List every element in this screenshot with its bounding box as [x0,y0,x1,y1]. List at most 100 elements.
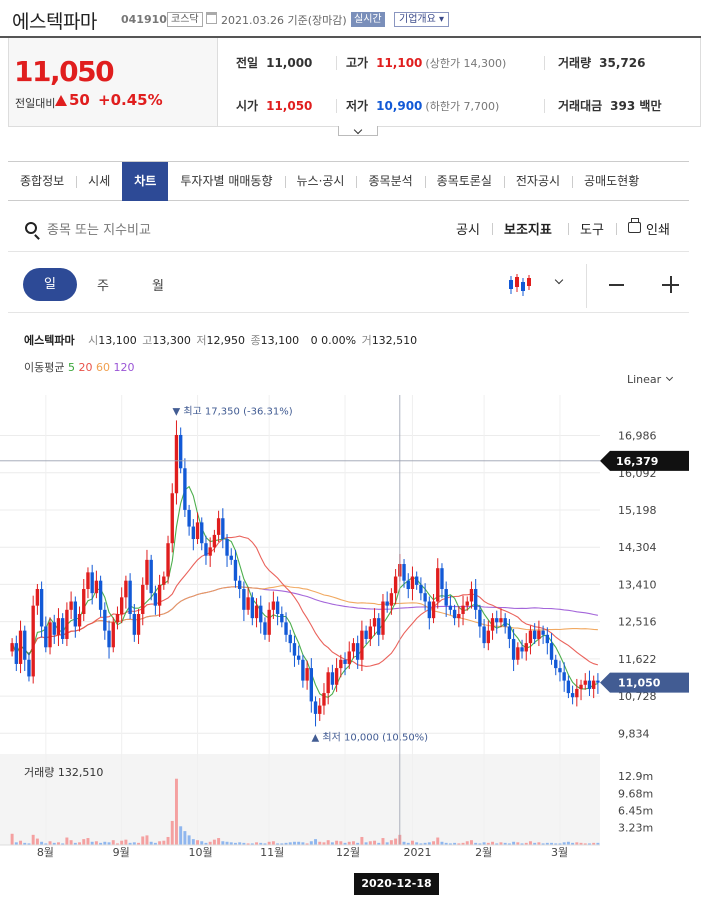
volume-bar [335,840,339,845]
ohlc-change-pct: 0.00% [321,334,357,347]
volume-bar [436,837,440,845]
high-value: 11,100 [376,56,423,70]
candle [414,576,419,585]
candle [423,593,427,602]
candle [39,589,44,627]
candle [174,434,179,494]
x-tick-label: 11월 [260,846,284,859]
candle [246,597,250,610]
candle [452,609,457,619]
period-month-button[interactable]: 월 [152,275,164,294]
candle [267,609,271,635]
candle [242,589,246,610]
search-icon[interactable] [25,222,37,234]
volume-bar [183,831,187,845]
candle [322,693,326,706]
price-chart[interactable]: 16,98616,09215,19814,30413,41012,51611,6… [0,393,701,863]
volume-bar [309,841,313,845]
printer-icon[interactable] [628,218,641,233]
candle [149,559,153,594]
candle [516,647,520,660]
x-tick-label: 12월 [336,846,360,859]
open-price: 시가 11,050 [236,97,312,114]
candle [275,601,280,614]
tab-analysis[interactable]: 종목분석 [356,162,424,201]
company-info-dropdown[interactable]: 기업개요 ▾ [394,12,449,27]
volume-bar [314,839,318,845]
volume-bar [271,841,275,845]
low-price: 저가 10,900 (하한가 7,700) [346,97,499,114]
print-button[interactable]: 인쇄 [646,219,670,238]
candle [495,618,499,623]
candle [570,693,575,698]
volume-bar [373,840,377,845]
period-selector: 일 주 월 [8,258,689,313]
ma-20[interactable]: 20 [78,361,92,374]
compare-search-input[interactable]: 종목 또는 지수비교 [47,219,151,238]
candle [473,589,478,610]
volume-bar [212,839,216,845]
prev-close: 전일 11,000 [236,54,312,71]
ohlc-high: 13,300 [152,334,191,347]
volume-label: 거래량 [558,56,592,70]
volume-bar [469,840,473,845]
chevron-down-icon[interactable] [554,275,564,285]
candle [566,680,571,694]
ma-120[interactable]: 120 [113,361,134,374]
tab-quotes[interactable]: 시세 [76,162,122,201]
candle [469,589,474,602]
y-tick-label: 14,304 [618,541,657,554]
ma-60[interactable]: 60 [96,361,110,374]
volume-tick-label: 9.68m [618,787,653,800]
volume-bar [326,840,330,845]
zoom-out-button[interactable] [609,284,624,286]
expand-toggle-button[interactable] [338,126,378,136]
open-value: 11,050 [266,99,313,113]
change-value: 50 [69,91,90,109]
scale-dropdown[interactable]: Linear [627,373,674,386]
candle [347,651,351,664]
indicators-button[interactable]: 보조지표 [504,219,552,238]
volume-bar [124,839,128,845]
candle [465,601,469,606]
candle [301,659,305,681]
volume-bar [120,840,124,845]
candlestick-type-icon[interactable] [507,272,533,298]
candle [31,605,35,677]
candle [591,680,596,689]
volume-bar [381,838,385,845]
candle [107,630,111,648]
disclosure-button[interactable]: 공시 [456,219,480,238]
ma-5[interactable]: 5 [68,361,75,374]
base-date: 2021.03.26 기준(장마감) [221,14,347,27]
candle [280,613,284,623]
volume-bar [19,840,23,845]
current-price-panel: 11,050 전일대비 50 +0.45% [9,38,218,126]
candle [368,626,373,639]
volume-bar [196,840,200,845]
period-day-button[interactable]: 일 [23,268,77,301]
candle [511,638,516,660]
candle [166,543,170,577]
tab-investor-trends[interactable]: 투자자별 매매동향 [168,162,284,201]
ohlc-volume: 132,510 [371,334,418,347]
volume-bar [111,840,115,845]
tab-news[interactable]: 뉴스·공시 [284,162,357,201]
tab-e-disclosure[interactable]: 전자공시 [503,162,572,201]
candle [364,630,368,639]
y-tick-label: 12,516 [618,616,657,629]
tools-button[interactable]: 도구 [580,219,604,238]
realtime-button[interactable]: 실시간 [351,12,385,27]
current-price: 11,050 [14,55,115,88]
candle [132,613,137,635]
candle [486,630,491,644]
tab-short-selling[interactable]: 공매도현황 [572,162,651,201]
tab-summary[interactable]: 종합정보 [8,162,76,201]
candle [233,559,238,581]
tab-chart[interactable]: 차트 [122,162,169,201]
open-label: 시가 [236,99,259,113]
candle [86,572,90,590]
period-week-button[interactable]: 주 [97,275,109,294]
tab-discussion[interactable]: 종목토론실 [424,162,504,201]
candle [309,668,314,702]
